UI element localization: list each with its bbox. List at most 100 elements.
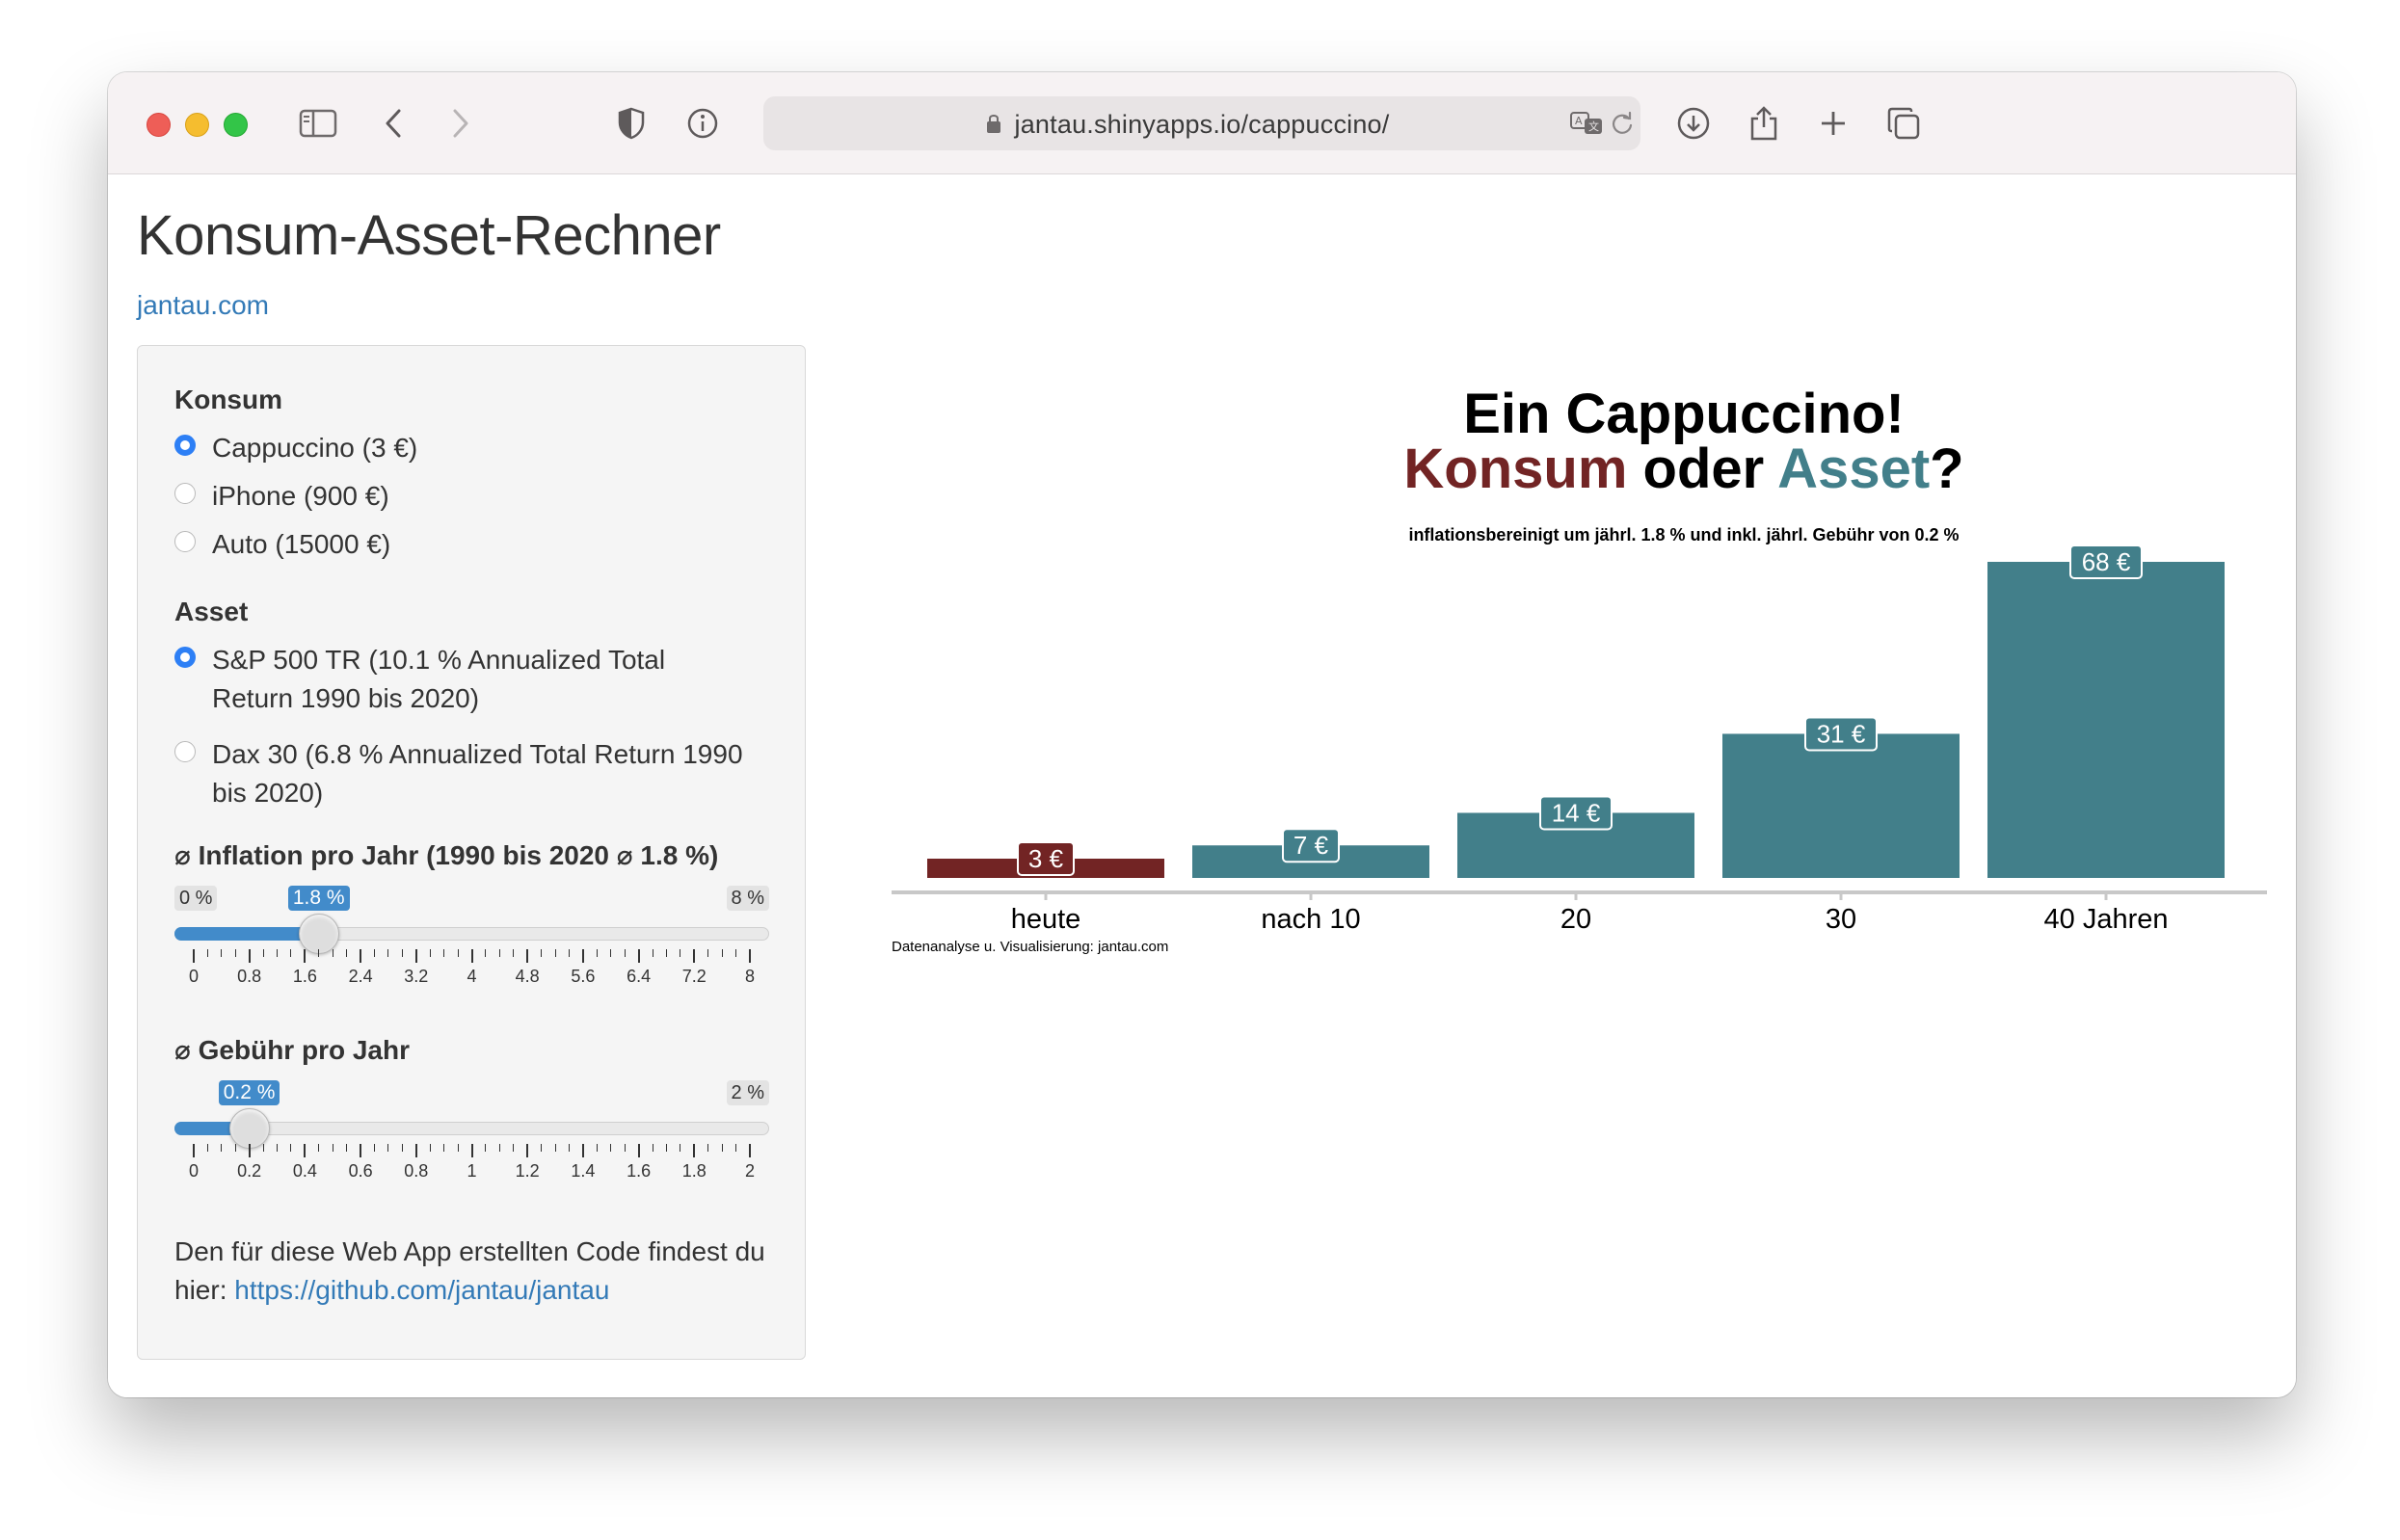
slider-tick-major bbox=[304, 1144, 307, 1157]
radio-unselected[interactable] bbox=[174, 483, 196, 504]
slider-tick-minor bbox=[221, 949, 223, 957]
slider-min-label: 0 % bbox=[174, 886, 218, 911]
slider-tick-major bbox=[470, 949, 473, 963]
slider-ticks: 0 0.2 0.4 0.6 0.8 1 1.2 1.4 1.6 1.8 2 bbox=[174, 1144, 769, 1182]
chart-title-span: Asset bbox=[1777, 438, 1930, 500]
radio-label: S&P 500 TR (10.1 % Annualized Total Retu… bbox=[212, 645, 666, 713]
slider-tick-minor bbox=[443, 1144, 445, 1152]
slider-value-label: 0.2 % bbox=[218, 1080, 280, 1105]
slider-tick-minor bbox=[513, 949, 515, 957]
chart-data-label: 14 € bbox=[1552, 798, 1601, 827]
slider-tick-minor bbox=[387, 1144, 389, 1152]
radio-unselected[interactable] bbox=[174, 531, 196, 552]
info-icon[interactable] bbox=[680, 101, 725, 146]
sidebar-toggle-icon[interactable] bbox=[296, 101, 340, 146]
browser-window: jantau.shinyapps.io/cappuccino/ A文 Konsu… bbox=[108, 72, 2296, 1397]
slider-tick-label: 1.6 bbox=[627, 1161, 652, 1181]
slider-tick-minor bbox=[318, 949, 320, 957]
sidebar-panel: Konsum Cappuccino (3 €) iPhone (900 €) A… bbox=[137, 345, 806, 1360]
radio-unselected[interactable] bbox=[174, 741, 196, 762]
slider-tick-minor bbox=[498, 1144, 500, 1152]
translate-icon[interactable]: A文 bbox=[1569, 110, 1606, 137]
forward-arrow-icon[interactable] bbox=[439, 101, 483, 146]
slider-tick-major bbox=[526, 949, 529, 963]
chart-title-span: oder bbox=[1627, 438, 1777, 500]
address-bar[interactable]: jantau.shinyapps.io/cappuccino/ A文 bbox=[763, 96, 1640, 150]
privacy-shield-icon[interactable] bbox=[609, 101, 653, 146]
slider-tick-label: 2.4 bbox=[348, 967, 373, 986]
chart-title-line1: Ein Cappuccino! bbox=[1463, 383, 1905, 445]
back-arrow-icon[interactable] bbox=[371, 101, 415, 146]
zoom-window-button[interactable] bbox=[224, 113, 248, 137]
slider-tick-minor bbox=[665, 949, 667, 957]
new-tab-icon[interactable] bbox=[1811, 101, 1855, 146]
slider-tick-minor bbox=[707, 949, 709, 957]
slider-tick-minor bbox=[277, 1144, 279, 1152]
slider-tick-minor bbox=[721, 1144, 723, 1152]
slider-tick-minor bbox=[624, 949, 626, 957]
slider-tick-major bbox=[248, 1144, 251, 1157]
close-window-button[interactable] bbox=[147, 113, 171, 137]
downloads-icon[interactable] bbox=[1671, 101, 1716, 146]
slider-tick-minor bbox=[457, 1144, 459, 1152]
slider-tick-minor bbox=[485, 1144, 487, 1152]
share-icon[interactable] bbox=[1742, 101, 1786, 146]
slider-tick-label: 1 bbox=[467, 1161, 477, 1181]
chart-category-label: 30 bbox=[1826, 904, 1856, 935]
slider-max-label: 8 % bbox=[726, 886, 769, 911]
slider-tick-major bbox=[693, 1144, 696, 1157]
chart-data-label: 3 € bbox=[1028, 844, 1064, 873]
slider-tick-major bbox=[360, 1144, 362, 1157]
slider-tick-label: 3.2 bbox=[404, 967, 429, 986]
slider-tick-label: 0.6 bbox=[348, 1161, 373, 1181]
slider-max-label: 2 % bbox=[726, 1080, 769, 1105]
slider-tick-major bbox=[637, 949, 640, 963]
slider-handle[interactable] bbox=[298, 914, 339, 954]
chart-data-label: 7 € bbox=[1293, 831, 1329, 860]
slider-tick-minor bbox=[206, 1144, 208, 1152]
slider-tick-minor bbox=[429, 949, 431, 957]
slider-tick-major bbox=[193, 949, 195, 963]
slider-tick-label: 0 bbox=[188, 1161, 199, 1181]
chart-title-span: ? bbox=[1930, 438, 1963, 500]
chart-category-label: 20 bbox=[1560, 904, 1591, 935]
slider-tick-major bbox=[360, 949, 362, 963]
slider-tick-minor bbox=[624, 1144, 626, 1152]
slider-tick-label: 5.6 bbox=[571, 967, 596, 986]
slider-tick-label: 1.4 bbox=[571, 1161, 596, 1181]
slider-tick-minor bbox=[262, 1144, 264, 1152]
slider-handle[interactable] bbox=[228, 1108, 270, 1149]
slider-tick-label: 4.8 bbox=[515, 967, 540, 986]
slider-tick-label: 2 bbox=[744, 1161, 755, 1181]
slider-tick-minor bbox=[290, 949, 292, 957]
fee-slider[interactable]: 2 % 0.2 % 0 0.2 0.4 0.6 0.8 1 1.2 1.4 1.6 1.8 2 bbox=[174, 1080, 769, 1186]
slider-tick-minor bbox=[401, 1144, 403, 1152]
chart-data-label: 31 € bbox=[1817, 719, 1866, 748]
inflation-slider[interactable]: 0 % 8 % 1.8 % 0 0.8 1.6 2.4 3.2 4 4.8 5.6 6.4 7.2… bbox=[174, 886, 769, 992]
minimize-window-button[interactable] bbox=[185, 113, 209, 137]
slider-tick-major bbox=[693, 949, 696, 963]
slider-tick-minor bbox=[485, 949, 487, 957]
slider-tick-label: 7.2 bbox=[681, 967, 707, 986]
slider-tick-minor bbox=[234, 1144, 236, 1152]
chart-svg: Ein Cappuccino!Konsum oder Asset? inflati… bbox=[892, 383, 2267, 955]
slider-tick-minor bbox=[374, 949, 376, 957]
slider-tick-minor bbox=[610, 1144, 612, 1152]
svg-text:A: A bbox=[1575, 115, 1583, 127]
radio-label: Dax 30 (6.8 % Annualized Total Return 19… bbox=[212, 739, 743, 808]
slider-tick-label: 0.8 bbox=[237, 967, 262, 986]
slider-tick-minor bbox=[735, 1144, 737, 1152]
slider-tick-major bbox=[749, 1144, 751, 1157]
github-link[interactable]: https://github.com/jantau/jantau bbox=[234, 1275, 609, 1305]
reload-icon[interactable] bbox=[1610, 111, 1635, 136]
slider-tick-major bbox=[526, 1144, 529, 1157]
radio-selected[interactable] bbox=[174, 647, 196, 668]
slider-tick-minor bbox=[346, 949, 348, 957]
slider-tick-label: 1.2 bbox=[515, 1161, 540, 1181]
site-link[interactable]: jantau.com bbox=[137, 290, 269, 321]
radio-selected[interactable] bbox=[174, 435, 196, 456]
slider-tick-minor bbox=[498, 949, 500, 957]
slider-tick-major bbox=[193, 1144, 195, 1157]
tab-overview-icon[interactable] bbox=[1881, 101, 1926, 146]
slider-tick-minor bbox=[401, 949, 403, 957]
